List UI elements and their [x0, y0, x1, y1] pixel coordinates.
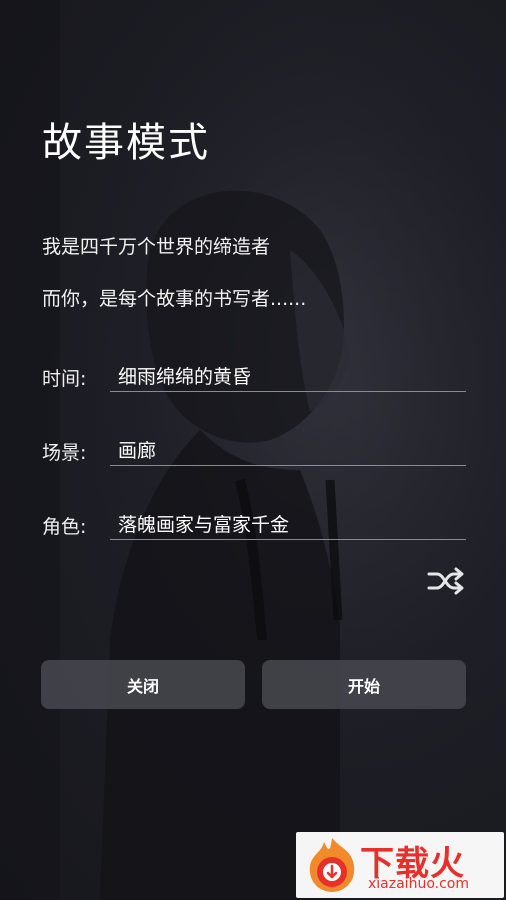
shuffle-icon	[427, 567, 464, 595]
story-mode-screen: 故事模式 我是四千万个世界的缔造者 而你，是每个故事的书写者...... 时间:…	[0, 0, 506, 900]
flame-logo-icon	[309, 838, 355, 892]
role-field-row: 角色:	[42, 508, 466, 542]
scene-input[interactable]	[110, 434, 466, 466]
watermark-url: xiazaihuo.com	[368, 876, 469, 892]
time-label: 时间:	[42, 368, 87, 390]
role-input[interactable]	[110, 508, 466, 540]
shuffle-button[interactable]	[426, 566, 466, 596]
watermark-badge: 下载火 xiazaihuo.com	[296, 832, 504, 898]
close-button[interactable]: 关闭	[41, 660, 245, 709]
intro-line-2: 而你，是每个故事的书写者......	[42, 288, 307, 310]
time-field-row: 时间:	[42, 360, 466, 394]
scene-field-row: 场景:	[42, 434, 466, 468]
time-input[interactable]	[110, 360, 466, 392]
scene-label: 场景:	[42, 442, 87, 464]
role-label: 角色:	[42, 516, 87, 538]
page-title: 故事模式	[42, 120, 210, 166]
start-button[interactable]: 开始	[262, 660, 466, 709]
intro-line-1: 我是四千万个世界的缔造者	[42, 236, 271, 258]
